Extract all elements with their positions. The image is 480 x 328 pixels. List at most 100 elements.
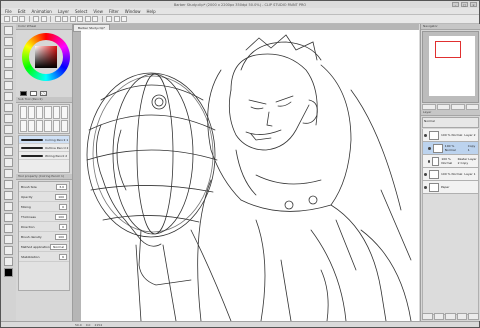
move-layer-tool-icon[interactable]	[4, 59, 13, 68]
save-icon[interactable]	[19, 16, 25, 22]
menu-view[interactable]: View	[93, 9, 103, 14]
sub-color-swatch[interactable]	[30, 91, 37, 96]
subtool-group-icon[interactable]	[44, 106, 52, 119]
transparent-color-swatch[interactable]	[40, 91, 47, 96]
subtool-group-icon[interactable]	[36, 106, 44, 119]
navigator-tab[interactable]: Navigator	[421, 24, 480, 30]
ruler-tool-icon[interactable]	[4, 224, 13, 233]
frame-tool-icon[interactable]	[4, 213, 13, 222]
navigator-preview[interactable]	[422, 31, 479, 103]
layer-item[interactable]: 100 % Normal Copy 1	[422, 142, 479, 155]
property-value[interactable]: Normal	[50, 243, 67, 250]
blend-tool-icon[interactable]	[4, 169, 13, 178]
new-vector-layer-icon[interactable]	[433, 313, 445, 320]
brush-item[interactable]: Colring Pencil 1	[19, 136, 69, 144]
close-button[interactable]: ×	[470, 2, 477, 7]
rotation-angle[interactable]: 0.0	[86, 323, 91, 327]
drawing-canvas[interactable]	[81, 30, 419, 321]
snap-grid-icon[interactable]	[113, 16, 120, 22]
operation-tool-icon[interactable]	[4, 48, 13, 57]
crop-icon[interactable]	[84, 16, 91, 22]
layer-item[interactable]: Paper	[422, 181, 479, 194]
clear-icon[interactable]	[54, 16, 61, 22]
redo-icon[interactable]	[40, 16, 47, 22]
rotate-icon[interactable]	[465, 104, 479, 110]
subtool-group-icon[interactable]	[36, 119, 44, 132]
menu-file[interactable]: File	[5, 9, 12, 14]
airbrush-tool-icon[interactable]	[4, 136, 13, 145]
property-value[interactable]: 3.0	[56, 183, 67, 190]
subtool-group-icon[interactable]	[60, 119, 68, 132]
selection-tool-icon[interactable]	[4, 70, 13, 79]
subtool-tab[interactable]: Sub Tool (Pencil)	[16, 97, 72, 103]
layer-item[interactable]: 100 % Normal Raster Layer 2 Copy	[422, 155, 479, 168]
move-tool-icon[interactable]	[4, 37, 13, 46]
merge-layer-icon[interactable]	[456, 313, 468, 320]
menu-edit[interactable]: Edit	[18, 9, 26, 14]
main-color-swatch[interactable]	[20, 91, 27, 96]
layer-item[interactable]: 100 % Normal Layer 2	[422, 129, 479, 142]
correct-line-tool-icon[interactable]	[4, 257, 13, 266]
auto-select-tool-icon[interactable]	[4, 81, 13, 90]
fit-icon[interactable]	[451, 104, 465, 110]
delete-layer-icon[interactable]	[468, 313, 479, 320]
fill-tool-icon[interactable]	[4, 180, 13, 189]
zoom-tool-icon[interactable]	[4, 26, 13, 35]
deselect-icon[interactable]	[77, 16, 83, 22]
open-icon[interactable]	[11, 16, 18, 22]
invert-selection-icon[interactable]	[92, 16, 98, 22]
new-layer-icon[interactable]	[422, 313, 433, 320]
subtool-group-icon[interactable]	[52, 106, 60, 119]
menu-help[interactable]: Help	[147, 9, 156, 14]
subtool-group-icon[interactable]	[20, 119, 28, 132]
snap-ruler-icon[interactable]	[106, 16, 112, 22]
eye-icon[interactable]	[428, 146, 431, 150]
property-value[interactable]: 100	[55, 213, 67, 220]
tool-property-tab[interactable]: Tool property (Colring Pencil 1)	[16, 174, 72, 180]
text-tool-icon[interactable]	[4, 235, 13, 244]
subtool-group-icon[interactable]	[52, 119, 60, 132]
minimize-button[interactable]: –	[452, 2, 459, 7]
pencil-tool-icon[interactable]	[4, 114, 13, 123]
zoom-in-icon[interactable]	[436, 104, 450, 110]
snap-guide-icon[interactable]	[121, 16, 127, 22]
property-value[interactable]: 0	[59, 203, 67, 210]
eye-icon[interactable]	[424, 172, 427, 176]
layer-item[interactable]: 100 % Normal Layer 1	[422, 168, 479, 181]
eyedropper-tool-icon[interactable]	[4, 92, 13, 101]
brush-tool-icon[interactable]	[4, 125, 13, 134]
property-value[interactable]: 0	[59, 223, 67, 230]
subtool-group-icon[interactable]	[60, 106, 68, 119]
eye-icon[interactable]	[424, 133, 427, 137]
eraser-tool-icon[interactable]	[4, 158, 13, 167]
menu-layer[interactable]: Layer	[58, 9, 69, 14]
transform-icon[interactable]	[69, 16, 76, 22]
property-value[interactable]: 6	[59, 253, 67, 260]
pen-tool-icon[interactable]	[4, 103, 13, 112]
property-value[interactable]: 100	[55, 233, 67, 240]
main-color-icon[interactable]	[4, 268, 13, 277]
layer-blend-mode[interactable]: Normal	[422, 117, 479, 128]
layer-tab[interactable]: Layer	[421, 110, 480, 116]
subtool-group-icon[interactable]	[28, 106, 36, 119]
menu-select[interactable]: Select	[75, 9, 87, 14]
menu-filter[interactable]: Filter	[109, 9, 119, 14]
eye-icon[interactable]	[424, 185, 427, 189]
brush-item[interactable]: Wiring Pencil 2	[19, 152, 69, 160]
eye-icon[interactable]	[428, 159, 430, 163]
undo-icon[interactable]	[33, 16, 39, 22]
maximize-button[interactable]: □	[461, 2, 468, 7]
gradient-tool-icon[interactable]	[4, 191, 13, 200]
subtool-group-icon[interactable]	[20, 106, 28, 119]
subtool-group-icon[interactable]	[44, 119, 52, 132]
new-folder-icon[interactable]	[445, 313, 456, 320]
brush-item[interactable]: Outline Pencil 2	[19, 144, 69, 152]
menu-window[interactable]: Window	[125, 9, 141, 14]
navigator-view-frame[interactable]	[435, 41, 461, 58]
new-icon[interactable]	[4, 16, 10, 22]
saturation-value-square[interactable]	[35, 46, 57, 68]
fill-icon[interactable]	[62, 16, 68, 22]
zoom-level[interactable]: 50.0	[75, 323, 82, 327]
figure-tool-icon[interactable]	[4, 202, 13, 211]
subtool-group-icon[interactable]	[28, 119, 36, 132]
